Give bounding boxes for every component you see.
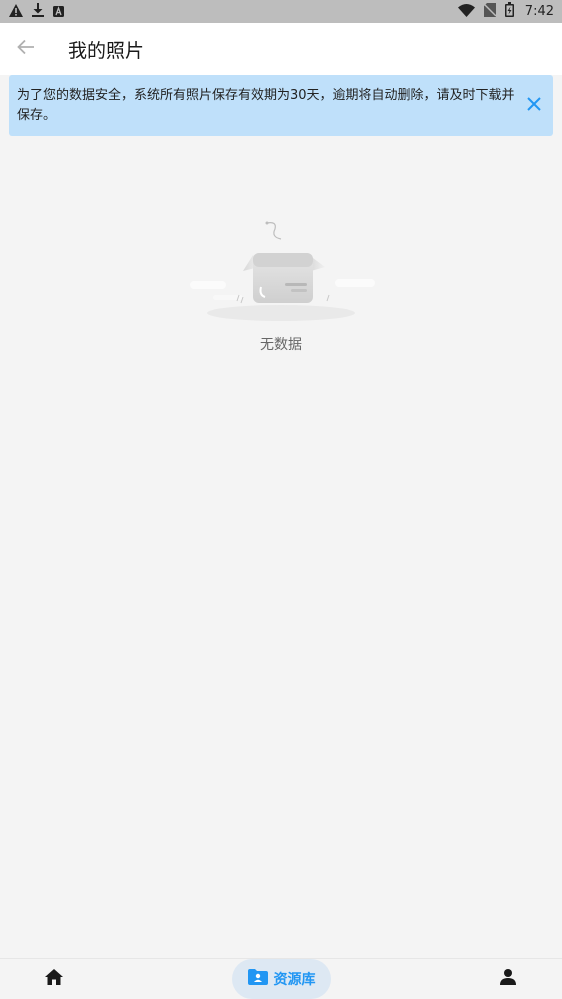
status-left-icons	[9, 2, 64, 21]
notice-banner: 为了您的数据安全，系统所有照片保存有效期为30天，逾期将自动删除，请及时下载并保…	[9, 75, 553, 136]
no-sim-icon	[483, 2, 497, 21]
warning-icon	[9, 2, 23, 21]
notice-text: 为了您的数据安全，系统所有照片保存有效期为30天，逾期将自动删除，请及时下载并保…	[17, 88, 515, 123]
person-icon	[500, 969, 516, 989]
nav-library-label: 资源库	[273, 972, 316, 988]
status-bar: 7:42	[0, 0, 562, 23]
battery-icon	[504, 2, 514, 21]
empty-state-text: 无数据	[260, 337, 302, 353]
empty-box-icon	[185, 215, 377, 327]
status-right-icons: 7:42	[457, 2, 554, 21]
close-icon	[527, 96, 541, 115]
arrow-left-icon	[17, 39, 35, 59]
a-badge-icon	[53, 2, 64, 21]
wifi-icon	[457, 2, 475, 21]
app-bar: 我的照片	[0, 23, 562, 75]
nav-profile-button[interactable]	[494, 967, 522, 991]
home-icon	[45, 969, 63, 989]
nav-library-button[interactable]: 资源库	[232, 959, 331, 999]
notice-close-button[interactable]	[525, 96, 543, 114]
download-icon	[32, 2, 44, 21]
back-button[interactable]	[14, 37, 38, 61]
folder-person-icon	[247, 969, 268, 989]
status-time: 7:42	[524, 4, 554, 19]
page-title: 我的照片	[68, 40, 145, 62]
nav-home-button[interactable]	[40, 967, 68, 991]
bottom-nav: 资源库	[0, 958, 562, 999]
